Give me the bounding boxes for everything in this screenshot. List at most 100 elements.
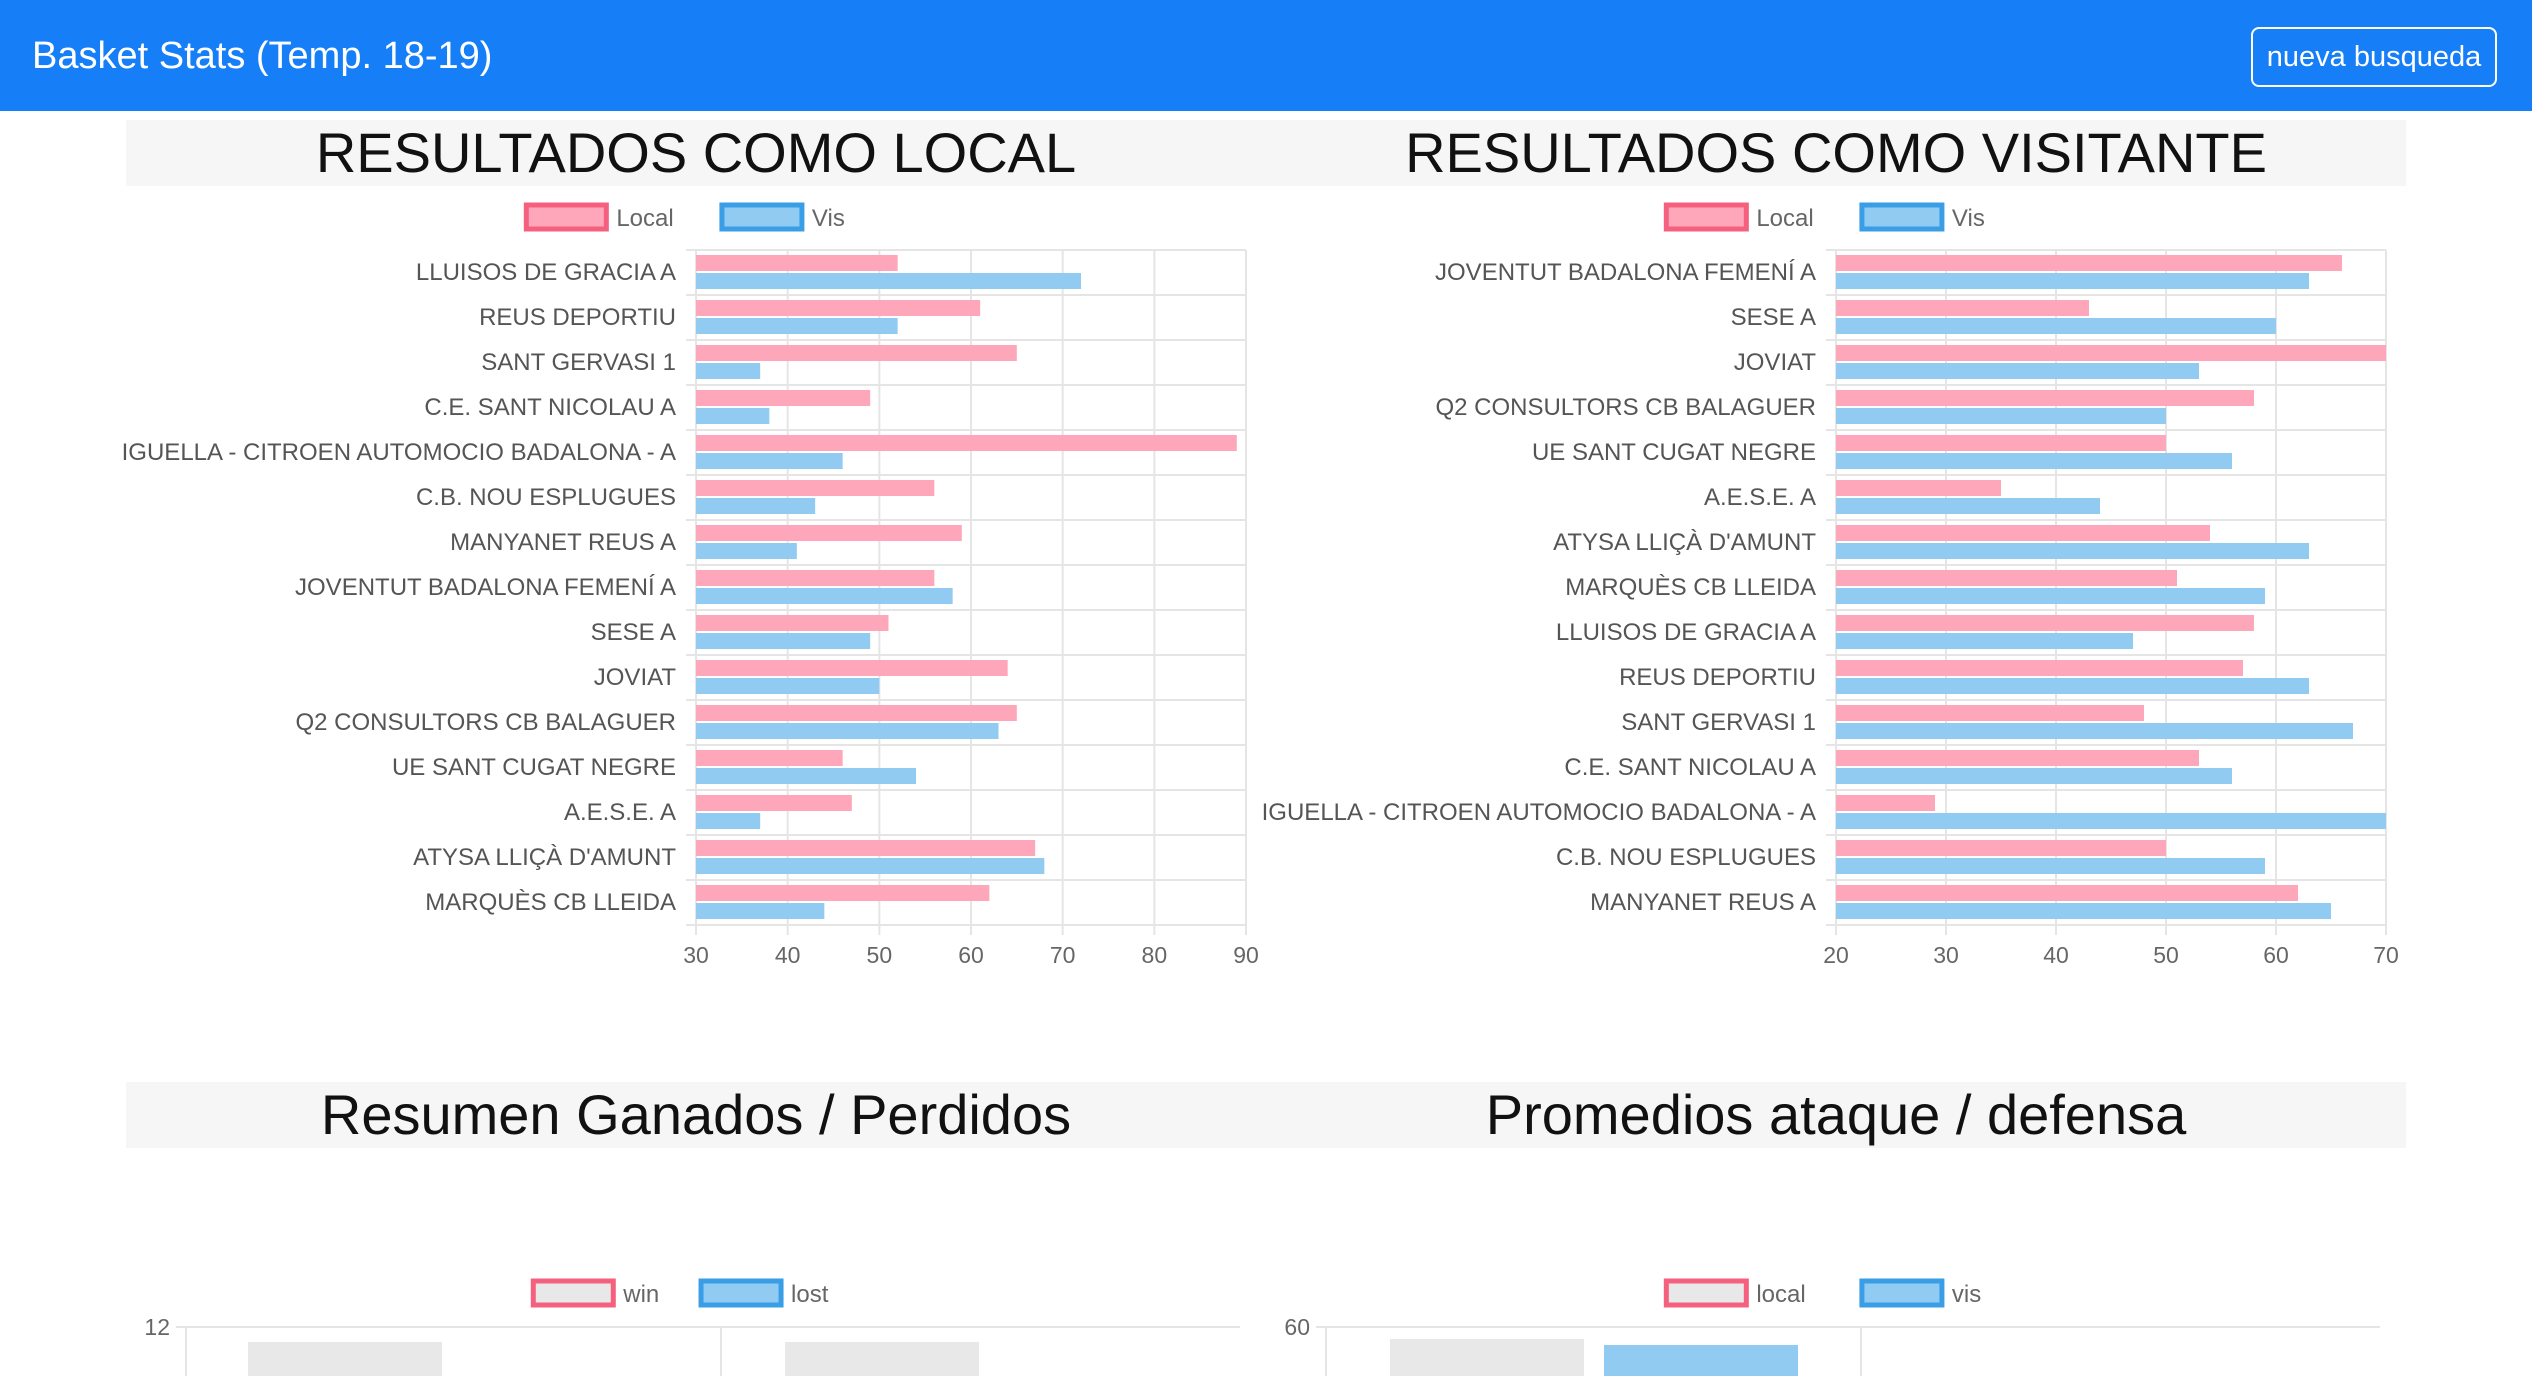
bar-vis [1836, 768, 2232, 784]
x-tick-label: 20 [1823, 942, 1849, 968]
bar-local [1836, 615, 2254, 631]
legend-swatch-local [1663, 202, 1749, 232]
bar-vis [696, 363, 761, 379]
x-tick-label: 60 [958, 942, 984, 968]
attack-defense-chart: local vis 60 [1284, 1278, 2380, 1376]
category-label: UE SANT CUGAT NEGRE [392, 754, 676, 781]
bar-local [1836, 255, 2342, 271]
legend-swatch-local [523, 202, 609, 232]
bar-local [696, 840, 1036, 856]
legend-swatch-vis [719, 202, 805, 232]
bar-local [1836, 750, 2199, 766]
category-label: ATYSA LLIÇÀ D'AMUNT [1553, 529, 1816, 556]
x-tick-label: 70 [2373, 942, 2399, 968]
category-label: IGUELLA - CITROEN AUTOMOCIO BADALONA - A [122, 439, 676, 466]
x-tick-label: 30 [1933, 942, 1959, 968]
bar-local [696, 615, 889, 631]
bar-vis [1836, 858, 2265, 874]
x-tick-label: 30 [683, 942, 709, 968]
category-label: UE SANT CUGAT NEGRE [1532, 439, 1816, 466]
navbar: Basket Stats (Temp. 18-19) nueva busqued… [0, 0, 2532, 111]
bar-vis [696, 813, 761, 829]
visitor-results-chart: Local Vis 20 30 40 50 60 70 JOVENTUT BADALONA FE… [1262, 202, 2399, 968]
bar-local [1836, 570, 2177, 586]
bar-local [696, 480, 935, 496]
legend-label-local: Local [1756, 205, 1813, 232]
bar-vis [1836, 318, 2276, 334]
category-label: C.E. SANT NICOLAU A [424, 394, 676, 421]
x-tick-label: 40 [775, 942, 801, 968]
bar-vis [1836, 723, 2353, 739]
category-label: JOVIAT [1734, 349, 1817, 376]
category-label: SESE A [591, 619, 676, 646]
category-label: MANYANET REUS A [450, 529, 676, 556]
legend-label-local: Local [616, 205, 673, 232]
new-search-button[interactable]: nueva busqueda [2251, 27, 2497, 87]
legend-label-vis: Vis [1952, 205, 1985, 232]
bar-win [785, 1342, 979, 1376]
category-label: SESE A [1731, 304, 1816, 331]
chart-title-ganados-perdidos: Resumen Ganados / Perdidos [126, 1082, 1266, 1148]
x-tick-label: 50 [867, 942, 893, 968]
bar-vis [1836, 813, 2386, 829]
x-tick-label: 60 [2263, 942, 2289, 968]
bar-local-avg [1390, 1339, 1584, 1376]
bar-vis [1836, 453, 2232, 469]
bar-local [1836, 345, 2386, 361]
bar-vis [696, 453, 843, 469]
bar-local [696, 345, 1017, 361]
category-label: MARQUÈS CB LLEIDA [1565, 574, 1816, 601]
bar-vis [1836, 903, 2331, 919]
chart-title-visitante: RESULTADOS COMO VISITANTE [1266, 120, 2406, 186]
bar-local [696, 705, 1017, 721]
x-tick-label: 50 [2153, 942, 2179, 968]
legend-swatch-local [1663, 1278, 1749, 1308]
x-tick-label: 90 [1233, 942, 1259, 968]
category-label: JOVIAT [594, 664, 677, 691]
bar-local [1836, 705, 2144, 721]
category-label: A.E.S.E. A [564, 799, 676, 826]
bar-vis [1836, 543, 2309, 559]
legend-swatch-vis [1859, 1278, 1945, 1308]
bar-vis [696, 543, 797, 559]
bar-local [696, 660, 1008, 676]
category-label: A.E.S.E. A [1704, 484, 1816, 511]
y-tick-label: 60 [1284, 1314, 1310, 1340]
bar-vis [696, 858, 1045, 874]
bar-local [696, 525, 962, 541]
bar-local [1836, 660, 2243, 676]
category-label: C.B. NOU ESPLUGUES [1556, 844, 1816, 871]
bar-local [696, 885, 990, 901]
category-label: Q2 CONSULTORS CB BALAGUER [1435, 394, 1816, 421]
bar-local [1836, 435, 2166, 451]
category-label: MANYANET REUS A [1590, 889, 1816, 916]
x-tick-label: 40 [2043, 942, 2069, 968]
y-tick-label: 12 [144, 1314, 170, 1340]
bar-vis [696, 768, 916, 784]
bar-local [696, 795, 852, 811]
bar-local [696, 390, 871, 406]
bar-vis [696, 678, 880, 694]
category-label: IGUELLA - CITROEN AUTOMOCIO BADALONA - A [1262, 799, 1816, 826]
app-brand[interactable]: Basket Stats (Temp. 18-19) [32, 30, 492, 82]
bar-vis [1836, 633, 2133, 649]
category-label: REUS DEPORTIU [479, 304, 676, 331]
legend-label-lost: lost [791, 1281, 829, 1308]
category-label: LLUISOS DE GRACIA A [416, 259, 676, 286]
bar-vis [696, 588, 953, 604]
bar-vis [1836, 588, 2265, 604]
category-label: JOVENTUT BADALONA FEMENÍ A [1435, 259, 1816, 286]
bar-local [696, 750, 843, 766]
category-label: ATYSA LLIÇÀ D'AMUNT [413, 844, 676, 871]
bar-local [1836, 840, 2166, 856]
legend-label-win: win [622, 1281, 659, 1308]
category-label: LLUISOS DE GRACIA A [1556, 619, 1816, 646]
bar-vis [1836, 678, 2309, 694]
x-tick-label: 80 [1142, 942, 1168, 968]
category-label: SANT GERVASI 1 [1621, 709, 1816, 736]
bar-local [1836, 390, 2254, 406]
legend-swatch-lost [698, 1278, 784, 1308]
bar-local [696, 255, 898, 271]
bar-local [696, 570, 935, 586]
legend-swatch-win [530, 1278, 616, 1308]
